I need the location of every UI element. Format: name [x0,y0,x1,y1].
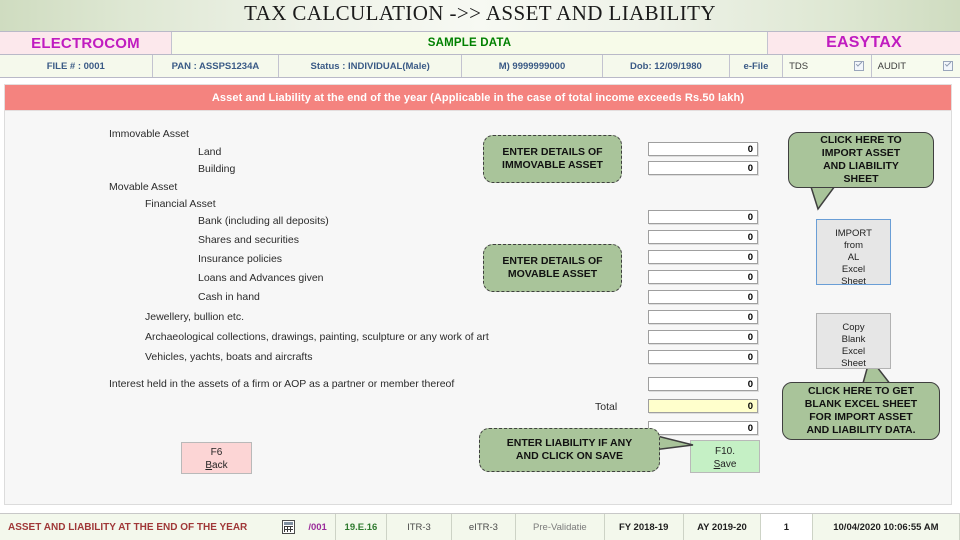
input-interest-firm[interactable] [648,377,758,391]
import-btn-line3: AL [847,252,860,263]
copy-btn-line4: Sheet [841,358,866,369]
status-prevalidate[interactable]: Pre-Validatie [516,514,605,540]
status-itr-type[interactable]: ITR-3 [387,514,452,540]
callout-immovable-line2: IMMOVABLE ASSET [502,159,603,171]
callout-import-line2: IMPORT ASSET [821,147,901,159]
brand-easytax: EASYTAX [768,32,960,54]
label-building: Building [198,163,236,175]
back-button[interactable]: F6 Back [181,442,252,474]
label-vehicles: Vehicles, yachts, boats and aircrafts [145,351,313,363]
status-financial-year: FY 2018-19 [605,514,684,540]
label-loans: Loans and Advances given [198,272,324,284]
sample-data-label: SAMPLE DATA [172,32,768,54]
audit-checkbox-row[interactable]: AUDIT [871,55,960,77]
import-btn-line1: IMPORT [835,228,872,239]
status-version: 19.E.16 [336,514,388,540]
status-record-count: 1 [761,514,813,540]
status-file-number: /001 [301,514,336,540]
callout-enter-immovable-asset: ENTER DETAILS OF IMMOVABLE ASSET [483,135,622,183]
brand-electrocom: ELECTROCOM [0,32,172,54]
callout-movable-line2: MOVABLE ASSET [507,268,598,280]
copy-btn-line1: Copy [842,322,865,333]
audit-checkbox-icon[interactable] [943,61,954,71]
callout-enter-liability: ENTER LIABILITY IF ANY AND CLICK ON SAVE [479,428,660,472]
input-loans[interactable] [648,270,758,284]
label-interest-in-firm: Interest held in the assets of a firm or… [109,378,455,390]
label-immovable-asset: Immovable Asset [109,128,189,140]
calculator-icon-cell[interactable] [277,514,301,540]
label-cash: Cash in hand [198,291,260,303]
callout-click-to-import: CLICK HERE TO IMPORT ASSET AND LIABILITY… [788,132,934,188]
audit-label: AUDIT [877,60,907,72]
label-financial-asset: Financial Asset [145,198,216,210]
input-land[interactable] [648,142,758,156]
callout-import-line1: CLICK HERE TO [820,134,902,146]
status-eitr-type[interactable]: eITR-3 [452,514,517,540]
page-title: TAX CALCULATION ->> ASSET AND LIABILITY [244,1,716,25]
callout-enter-movable-asset: ENTER DETAILS OF MOVABLE ASSET [483,244,622,292]
input-vehicles[interactable] [648,350,758,364]
input-total[interactable] [648,399,758,413]
import-btn-line2: from [844,240,863,251]
label-movable-asset: Movable Asset [109,181,178,193]
status-screen-title: ASSET AND LIABILITY AT THE END OF THE YE… [8,521,248,533]
callout-import-line3: AND LIABILITY [823,160,899,172]
callout-blank-line4: AND LIABILITY DATA. [806,424,916,436]
callout-liability-line1: ENTER LIABILITY IF ANY [506,437,633,449]
status-bar: ASSET AND LIABILITY AT THE END OF THE YE… [0,513,960,540]
input-archaeological[interactable] [648,330,758,344]
callout-blank-line1: CLICK HERE TO GET [808,385,914,397]
input-jewellery[interactable] [648,310,758,324]
input-insurance[interactable] [648,250,758,264]
input-cash[interactable] [648,290,758,304]
label-shares: Shares and securities [198,234,299,246]
title-band: TAX CALCULATION ->> ASSET AND LIABILITY [0,0,960,31]
callout-movable-line1: ENTER DETAILS OF [502,255,603,267]
back-label-rest: ack [212,460,228,471]
callout-blank-line2: BLANK EXCEL SHEET [804,398,918,410]
status-assessment-year: AY 2019-20 [684,514,762,540]
client-info-row: FILE # : 0001 PAN : ASSPS1234A Status : … [0,55,960,78]
tds-checkbox-row[interactable]: TDS [783,55,872,77]
copy-btn-line2: Blank [841,334,866,345]
callout-click-to-get-blank-sheet: CLICK HERE TO GET BLANK EXCEL SHEET FOR … [782,382,940,440]
input-bank[interactable] [648,210,758,224]
import-btn-line4: Excel [841,264,866,275]
label-archaeological: Archaeological collections, drawings, pa… [145,331,489,343]
info-dob: Dob: 12/09/1980 [603,55,730,77]
label-total: Total [595,401,618,413]
copy-btn-line3: Excel [841,346,866,357]
label-jewellery: Jewellery, bullion etc. [145,311,245,323]
callout-blank-line3: FOR IMPORT ASSET [809,411,913,423]
save-label-rest: ave [720,459,737,470]
label-insurance: Insurance policies [198,253,283,265]
info-file-number: FILE # : 0001 [0,55,153,77]
input-shares[interactable] [648,230,758,244]
asset-liability-form: Immovable Asset Land Building Movable As… [4,111,952,505]
import-btn-line5: Sheet [841,276,866,287]
import-from-al-excel-sheet-button[interactable]: IMPORT from AL Excel Sheet [816,219,891,287]
label-land: Land [198,146,222,158]
back-key-label: F6 [210,447,223,458]
info-mobile: M) 9999999000 [462,55,603,77]
tds-checkbox-icon[interactable] [853,61,864,71]
callout-liability-line2: AND CLICK ON SAVE [515,450,624,462]
status-datetime: 10/04/2020 10:06:55 AM [813,514,960,540]
tds-label: TDS [789,60,809,72]
callout-immovable-line1: ENTER DETAILS OF [502,146,603,158]
info-pan: PAN : ASSPS1234A [153,55,280,77]
copy-blank-excel-sheet-button[interactable]: Copy Blank Excel Sheet [816,313,891,369]
efile-tab[interactable]: e-File [730,55,784,77]
save-key-label: F10. [714,446,735,457]
callout-import-line4: SHEET [843,173,879,185]
section-banner: Asset and Liability at the end of the ye… [4,84,952,111]
calculator-icon[interactable] [282,520,296,534]
label-bank: Bank (including all deposits) [198,215,329,227]
input-building[interactable] [648,161,758,175]
info-status: Status : INDIVIDUAL(Male) [279,55,462,77]
brand-row: ELECTROCOM SAMPLE DATA EASYTAX [0,31,960,55]
